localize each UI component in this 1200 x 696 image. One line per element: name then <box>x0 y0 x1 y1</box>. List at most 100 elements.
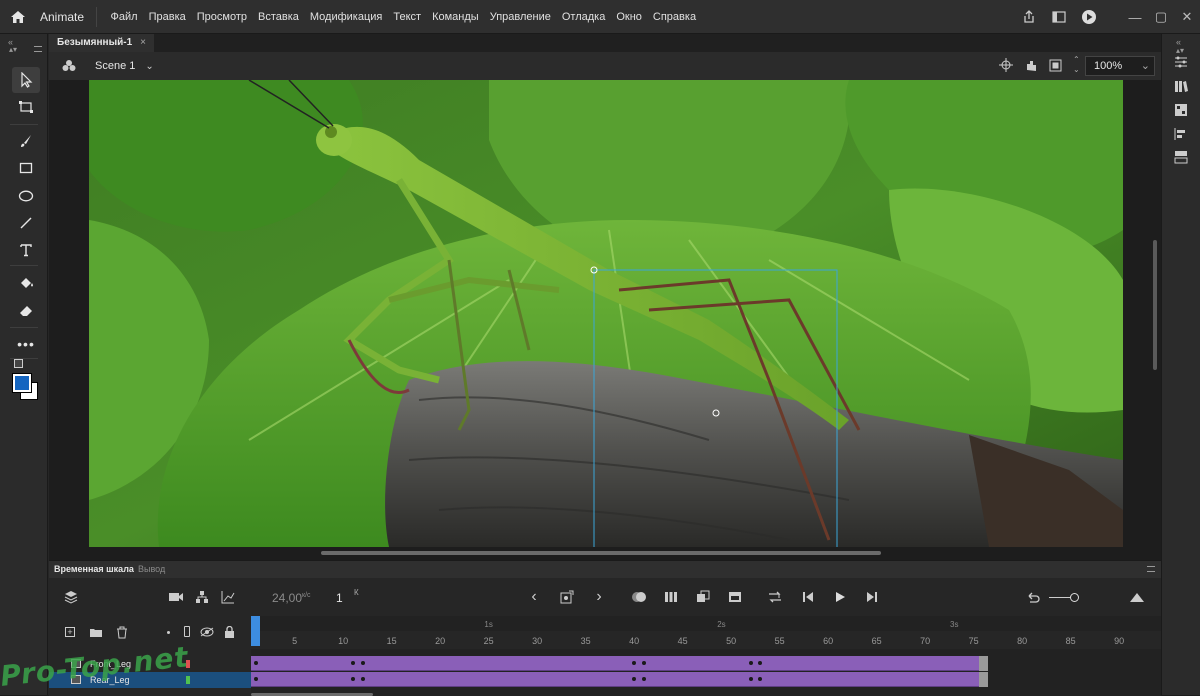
create-tween-icon[interactable] <box>695 589 711 605</box>
insert-blank-keyframe-icon[interactable] <box>727 589 743 605</box>
chevron-down-icon[interactable]: ⌄ <box>145 61 153 72</box>
keyframe[interactable] <box>350 677 355 681</box>
home-icon[interactable] <box>0 0 36 34</box>
insert-keyframe-icon[interactable] <box>559 589 575 605</box>
previous-keyframe-icon[interactable]: ‹ <box>526 588 542 605</box>
brush-tool-icon[interactable] <box>12 128 40 154</box>
swap-colors-icon[interactable] <box>14 359 23 368</box>
zoom-stepper-icon[interactable]: ⌃ ⌄ <box>1073 55 1080 75</box>
workspace-icon[interactable] <box>1044 0 1074 34</box>
line-tool-icon[interactable] <box>12 210 40 236</box>
keyframe[interactable] <box>350 661 355 665</box>
clip-stage-icon[interactable] <box>1049 59 1062 75</box>
menu-item[interactable]: Просмотр <box>191 11 252 23</box>
end-frame[interactable] <box>978 656 988 671</box>
menu-item[interactable]: Команды <box>427 11 485 23</box>
timeline-menu-icon[interactable] <box>1147 566 1155 572</box>
end-frame[interactable] <box>978 672 988 687</box>
step-back-icon[interactable] <box>800 589 816 605</box>
test-movie-icon[interactable] <box>1074 0 1104 34</box>
text-tool-icon[interactable] <box>12 237 40 263</box>
loop-icon[interactable] <box>767 589 783 605</box>
center-stage-icon[interactable] <box>999 58 1013 75</box>
minimize-button[interactable]: — <box>1122 0 1148 34</box>
visibility-icon[interactable] <box>200 627 214 640</box>
stage-horizontal-scrollbar[interactable] <box>321 551 881 555</box>
frame-ruler[interactable]: 5 10 15 20 25 30 35 40 45 50 55 60 65 70 75 80 85 90 1s 2s 3… <box>251 620 1161 649</box>
close-button[interactable]: ✕ <box>1174 0 1200 34</box>
keyframe[interactable] <box>641 677 646 681</box>
menu-item[interactable]: Отладка <box>556 11 610 23</box>
expand-icon[interactable]: ▴▾ <box>9 45 17 54</box>
layer-track[interactable] <box>251 656 1161 671</box>
share-icon[interactable] <box>1014 0 1044 34</box>
onion-skin-icon[interactable] <box>631 589 647 605</box>
menu-item[interactable]: Текст <box>388 11 427 23</box>
highlight-icon[interactable] <box>167 631 170 634</box>
library-icon[interactable] <box>1171 76 1191 96</box>
document-tab[interactable]: Безымянный-1 × <box>49 34 154 52</box>
free-transform-tool-icon[interactable] <box>12 94 40 120</box>
zoom-dropdown-icon[interactable]: ⌄ <box>1141 57 1150 75</box>
menu-item[interactable]: Правка <box>143 11 191 23</box>
trash-icon[interactable] <box>116 626 128 642</box>
menu-item[interactable]: Вставка <box>253 11 305 23</box>
properties-icon[interactable] <box>1171 52 1191 72</box>
layer-track[interactable] <box>251 672 1161 687</box>
keyframe[interactable] <box>748 661 753 665</box>
edit-symbols-icon[interactable] <box>61 58 77 74</box>
panel-menu-icon[interactable] <box>34 46 42 52</box>
keyframe[interactable] <box>253 677 258 681</box>
folder-icon[interactable] <box>89 627 103 641</box>
playhead[interactable] <box>251 616 260 646</box>
scene-name[interactable]: Scene 1 <box>95 60 135 72</box>
undo-icon[interactable] <box>1025 589 1041 605</box>
lock-icon[interactable] <box>224 625 235 641</box>
slider-thumb[interactable] <box>1070 593 1079 602</box>
more-tools-icon[interactable]: ••• <box>12 331 40 357</box>
keyframe[interactable] <box>360 677 365 681</box>
eraser-tool-icon[interactable] <box>12 298 40 324</box>
frames-area[interactable]: 5 10 15 20 25 30 35 40 45 50 55 60 65 70 75 80 85 90 1s 2s 3… <box>251 616 1161 696</box>
play-icon[interactable] <box>832 589 848 605</box>
menu-item[interactable]: Справка <box>647 11 701 23</box>
maximize-button[interactable]: ▢ <box>1148 0 1174 34</box>
edit-multiple-frames-icon[interactable] <box>663 589 679 605</box>
add-layer-icon[interactable]: + <box>65 627 75 637</box>
keyframe[interactable] <box>253 661 258 665</box>
ruler-tick-label: 10 <box>338 636 349 646</box>
next-keyframe-icon[interactable]: › <box>591 588 607 605</box>
parenting-icon[interactable] <box>194 589 210 605</box>
zoom-field[interactable]: 100% ⌄ <box>1085 56 1155 76</box>
menu-item[interactable]: Модификация <box>304 11 388 23</box>
layers-icon[interactable] <box>63 589 79 605</box>
selection-tool-icon[interactable] <box>12 67 40 93</box>
camera-icon[interactable] <box>168 589 184 605</box>
tab-timeline[interactable]: Временная шкала <box>49 561 139 578</box>
stage-canvas[interactable] <box>89 80 1123 547</box>
menu-item[interactable]: Окно <box>611 11 648 23</box>
current-frame[interactable]: 1 <box>336 591 343 605</box>
close-tab-button[interactable]: × <box>140 34 146 52</box>
rotate-stage-icon[interactable] <box>1023 58 1039 77</box>
menu-item[interactable]: Управление <box>484 11 556 23</box>
fill-color-swatch[interactable] <box>12 373 32 393</box>
rectangle-tool-icon[interactable] <box>12 155 40 181</box>
menu-item[interactable]: Файл <box>105 11 143 23</box>
fps-display[interactable]: 24,00к/с <box>272 591 311 605</box>
paint-bucket-tool-icon[interactable] <box>12 271 40 297</box>
tab-output[interactable]: Вывод <box>133 561 170 578</box>
keyframe[interactable] <box>360 661 365 665</box>
keyframe[interactable] <box>748 677 753 681</box>
graph-icon[interactable] <box>220 589 236 605</box>
keyframe[interactable] <box>641 661 646 665</box>
step-forward-icon[interactable] <box>864 589 880 605</box>
layer-color-swatch[interactable] <box>186 676 190 684</box>
oval-tool-icon[interactable] <box>12 183 40 209</box>
stage-vertical-scrollbar[interactable] <box>1153 240 1157 370</box>
mountain-icon[interactable] <box>1129 589 1145 605</box>
outline-icon[interactable] <box>184 626 190 637</box>
align-icon[interactable] <box>1171 124 1191 144</box>
assets-icon[interactable] <box>1171 100 1191 120</box>
components-icon[interactable] <box>1171 147 1191 167</box>
